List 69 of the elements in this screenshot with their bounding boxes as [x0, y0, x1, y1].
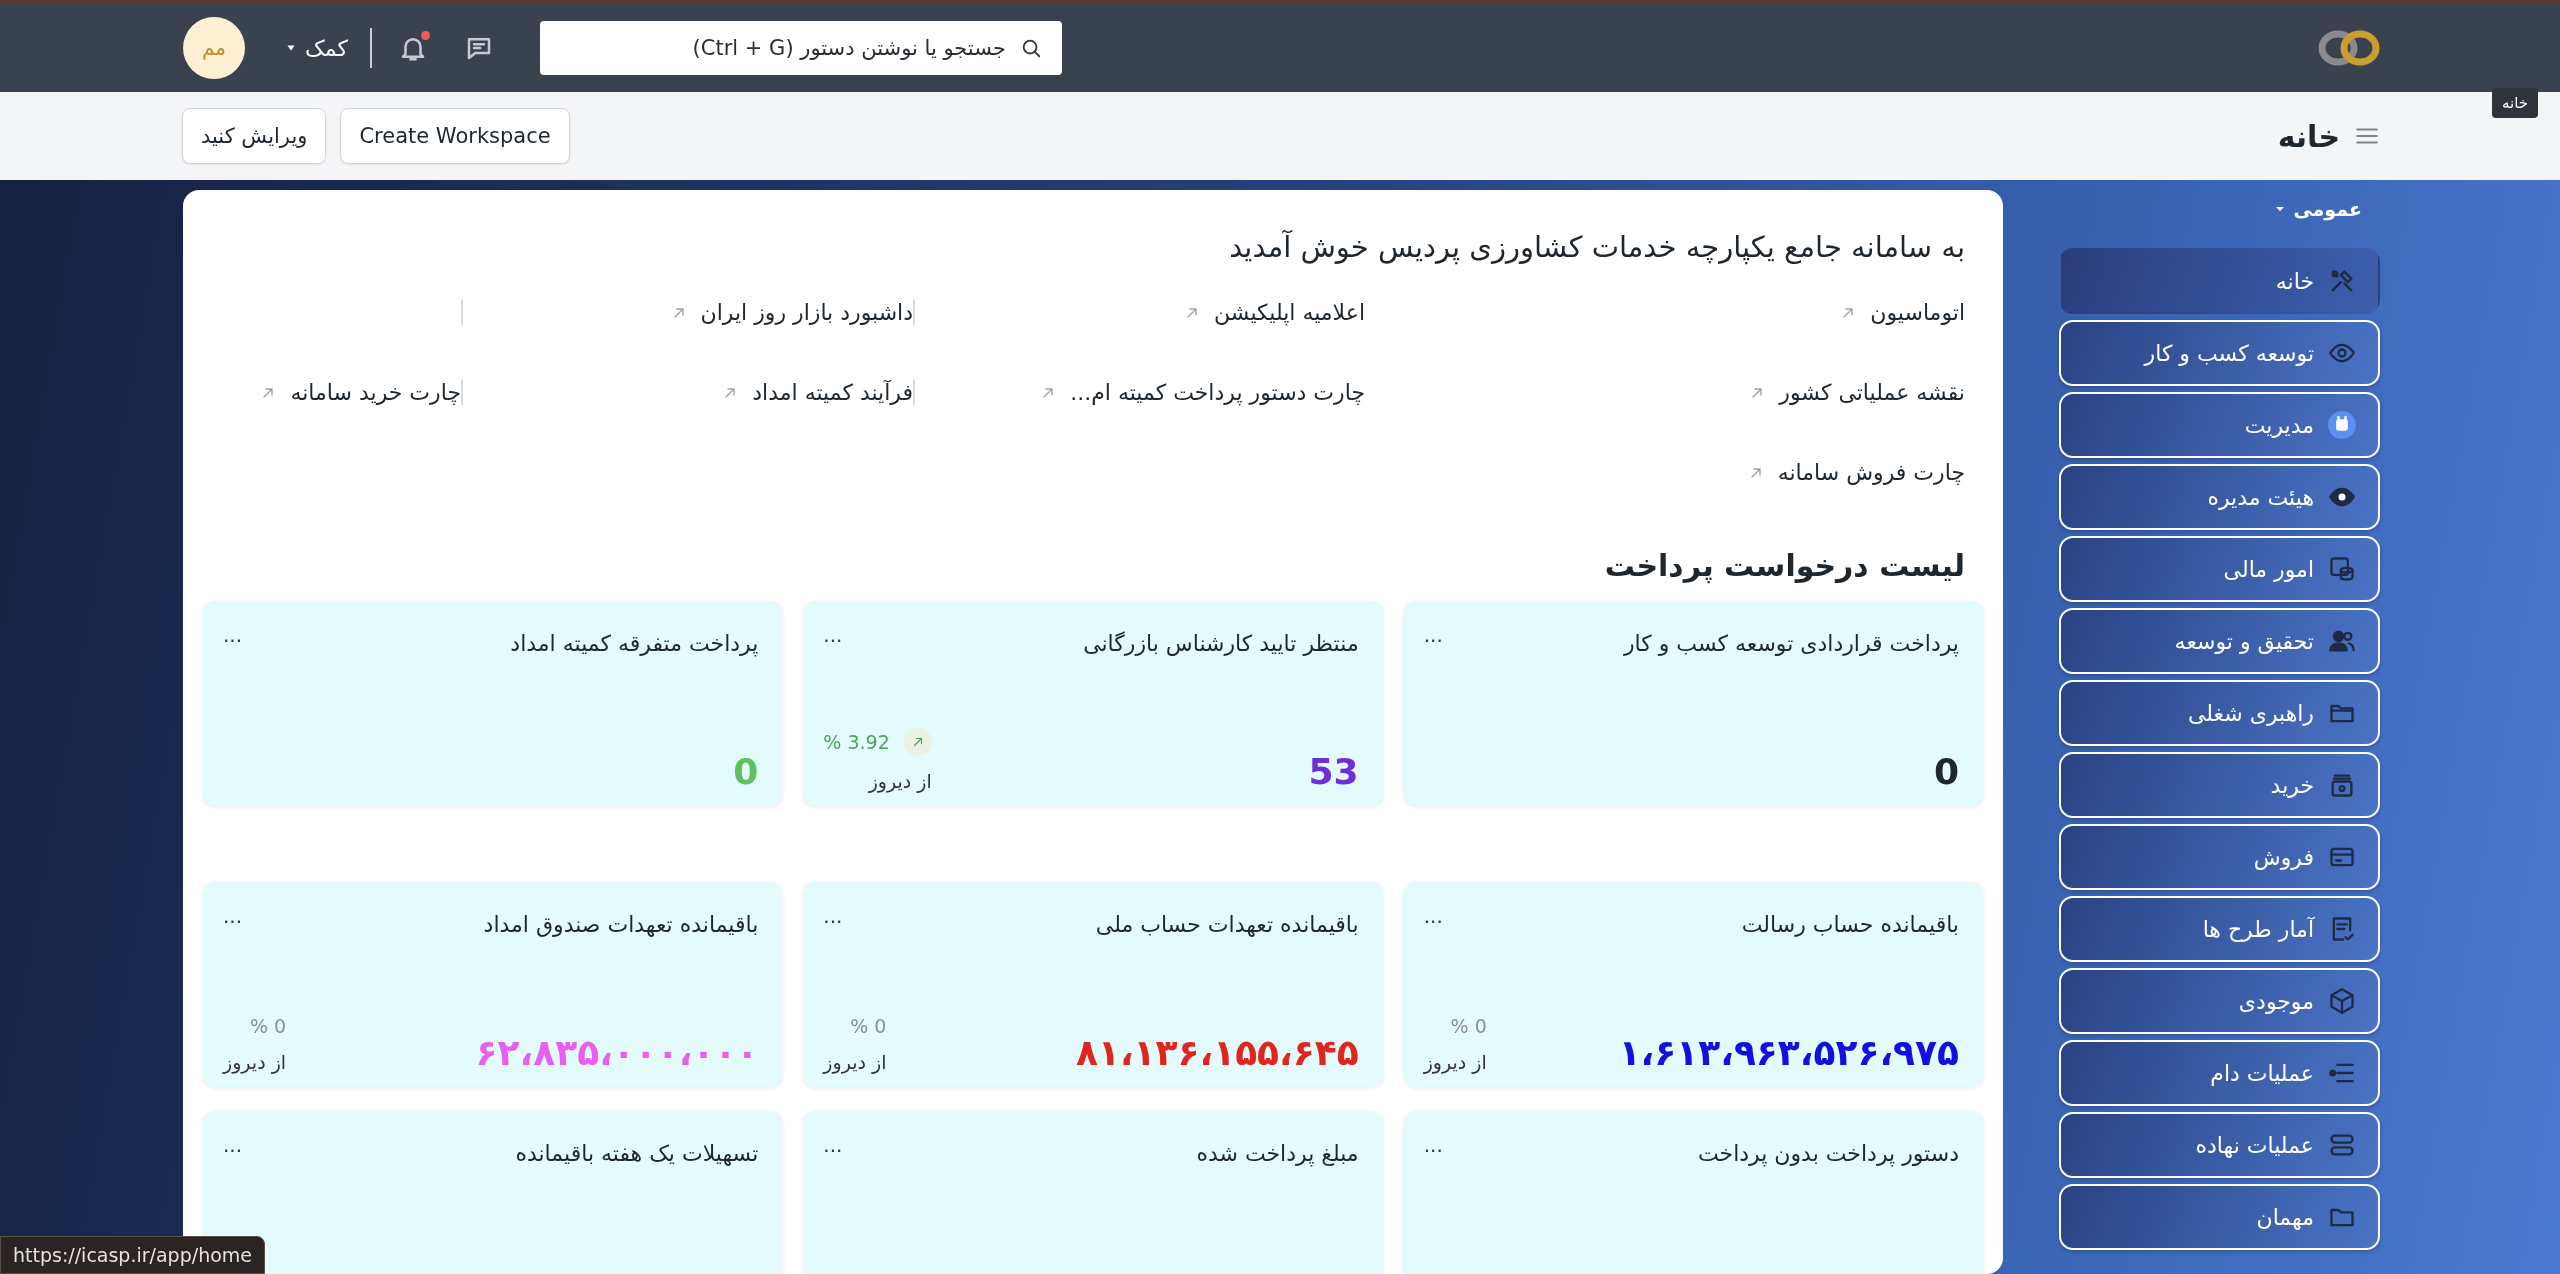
card-menu[interactable]: ... — [823, 906, 843, 926]
section-title: لیست درخواست پرداخت — [1603, 548, 1965, 583]
sidebar-item[interactable]: هیئت مدیره — [2059, 464, 2380, 530]
welcome-title: به سامانه جامع یکپارچه خدمات کشاورزی پردیس خوش آمدید — [1228, 230, 1965, 264]
help-menu[interactable]: کمک — [285, 35, 348, 61]
sidebar-item[interactable]: عملیات نهاده — [2059, 1112, 2380, 1178]
create-workspace-button[interactable]: Create Workspace — [340, 108, 570, 164]
caret-icon — [2275, 204, 2286, 214]
card-title: پرداخت قراردادی توسعه کسب و کار — [1623, 631, 1959, 656]
sidebar-item[interactable]: آمار طرح ها — [2059, 896, 2380, 962]
shortcut-link[interactable]: چارت خرید سامانه — [260, 380, 461, 405]
sidebar-item[interactable]: تحقیق و توسعه — [2059, 608, 2380, 674]
card-menu[interactable]: ... — [1423, 1135, 1443, 1155]
calendar-icon — [2328, 411, 2356, 439]
shortcut-link[interactable]: چارت دستور پرداخت کمیته ام... — [1040, 380, 1365, 405]
search-field[interactable]: جستجو یا نوشتن دستور (Ctrl + G) — [539, 21, 1062, 75]
card-menu[interactable]: ... — [223, 1135, 243, 1155]
section-toggle[interactable]: عمومی — [2275, 198, 2380, 220]
shortcut-link[interactable]: فرآیند کمیته امداد — [722, 380, 913, 405]
card-title: منتظر تایید کارشناس بازرگانی — [1083, 631, 1359, 656]
shortcut-link[interactable]: اتوماسیون — [1840, 300, 1965, 325]
card-title: باقیمانده تعهدات صندوق امداد — [483, 912, 759, 937]
link-preview: https://icasp.ir/app/home — [0, 1236, 265, 1274]
card-title: تسهیلات یک هفته باقیمانده — [515, 1141, 759, 1166]
card-title: باقیمانده تعهدات حساب ملی — [1095, 912, 1359, 937]
card-menu[interactable]: ... — [223, 625, 243, 645]
card-value: ۱،۶۱۳،۹۶۳،۵۲۶،۹۷۵ — [1618, 1032, 1959, 1073]
coins-icon — [2328, 555, 2356, 583]
card-title: باقیمانده حساب رسالت — [1741, 912, 1959, 937]
sidebar-item[interactable]: مدیریت — [2059, 392, 2380, 458]
shortcut-link[interactable]: نقشه عملیاتی کشور — [1749, 380, 1965, 405]
page-title: خانه — [2277, 118, 2340, 154]
card-value: 0 — [733, 751, 759, 792]
change-caption: از دیروز — [867, 770, 932, 792]
sidebar-item[interactable]: مهمان — [2059, 1184, 2380, 1250]
card-value: ۶۲،۸۳۵،۰۰۰،۰۰۰ — [475, 1032, 759, 1073]
card-menu[interactable]: ... — [1423, 906, 1443, 926]
sidebar-item[interactable]: خانه — [2059, 248, 2380, 314]
card-value: 53 — [1308, 751, 1359, 792]
logo-icon[interactable] — [2318, 28, 2380, 68]
card-menu[interactable]: ... — [823, 625, 843, 645]
tooltip: خانه — [2491, 88, 2538, 118]
shortcut-link[interactable]: داشبورد بازار روز ایران — [670, 300, 913, 325]
card-title: مبلغ پرداخت شده — [1196, 1141, 1359, 1166]
change-percent: 3.92 % — [823, 731, 890, 753]
change-percent: 0 % — [850, 1015, 887, 1037]
change-percent: 0 % — [1450, 1015, 1487, 1037]
change-caption: از دیروز — [823, 1051, 887, 1073]
card-value: ۸۱،۱۳۶،۱۵۵،۶۴۵ — [1075, 1032, 1359, 1073]
edit-button[interactable]: ویرایش کنید — [182, 108, 327, 164]
sidebar-item[interactable]: راهبری شغلی — [2059, 680, 2380, 746]
change-percent: 0 % — [249, 1015, 287, 1037]
change-caption: از دیروز — [1423, 1051, 1487, 1073]
sidebar-item[interactable]: موجودی — [2059, 968, 2380, 1034]
shortcut-link[interactable]: چارت فروش سامانه — [1747, 460, 1965, 485]
sidebar-item[interactable]: توسعه کسب و کار — [2059, 320, 2380, 386]
card-value: 0 — [1933, 751, 1959, 792]
sidebar-item[interactable]: امور مالی — [2059, 536, 2380, 602]
sidebar-item[interactable]: خرید — [2059, 752, 2380, 818]
sidebar-item[interactable]: عملیات دام — [2059, 1040, 2380, 1106]
card-menu[interactable]: ... — [1423, 625, 1443, 645]
card-title: دستور پرداخت بدون پرداخت — [1697, 1141, 1959, 1166]
sidebar-item[interactable]: فروش — [2059, 824, 2380, 890]
card-menu[interactable]: ... — [823, 1135, 843, 1155]
card-title: پرداخت متفرقه کمیته امداد — [510, 631, 759, 656]
change-caption: از دیروز — [223, 1051, 287, 1073]
cube-icon — [2328, 987, 2356, 1015]
shortcut-link[interactable]: اعلامیه اپلیکیشن — [1184, 300, 1365, 325]
card-menu[interactable]: ... — [223, 906, 243, 926]
